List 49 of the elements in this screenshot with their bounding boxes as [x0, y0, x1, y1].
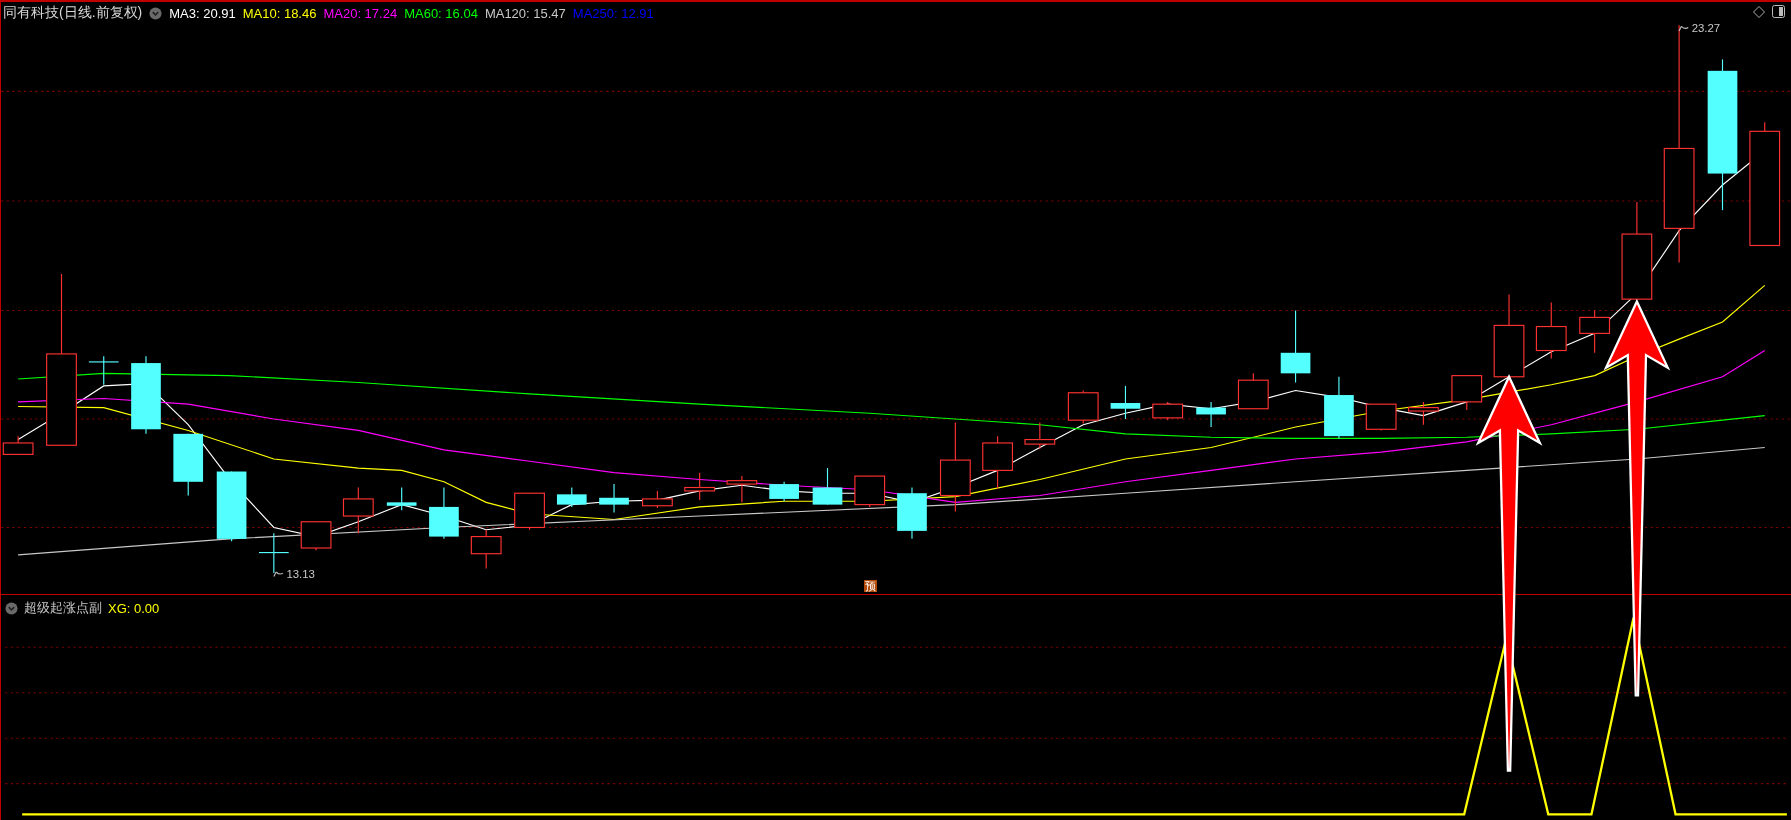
dropdown-icon[interactable] — [5, 601, 18, 615]
candlestick — [854, 475, 886, 508]
candlestick — [1408, 401, 1439, 426]
candlestick — [88, 355, 120, 386]
candlestick — [470, 529, 502, 570]
candlestick — [342, 486, 374, 534]
candlestick — [1237, 372, 1269, 410]
candlestick — [982, 435, 1013, 490]
indicator-title: 超级起涨点副 — [24, 599, 102, 617]
candlestick — [1535, 302, 1567, 360]
candlestick — [1451, 375, 1483, 411]
forecast-badge: 预 — [864, 580, 877, 592]
candlestick — [1067, 389, 1099, 425]
price-label: 13.13 — [286, 567, 315, 580]
dropdown-icon[interactable] — [149, 6, 163, 20]
candlestick — [642, 490, 673, 509]
candlestick — [514, 492, 545, 531]
indicator-value: MA20: 17.24 — [323, 5, 398, 21]
indicator-value: MA3: 20.91 — [169, 5, 236, 21]
candlestick — [726, 475, 758, 503]
candlestick — [1324, 376, 1354, 439]
pointer-icon — [273, 571, 284, 578]
indicator-value: MA10: 18.46 — [242, 5, 317, 21]
candlestick — [812, 467, 843, 506]
candlestick — [599, 483, 629, 514]
candlestick — [429, 486, 459, 540]
candlestick — [1152, 401, 1184, 421]
candlestick — [300, 521, 332, 551]
candlestick — [769, 481, 799, 502]
candlestick — [173, 433, 204, 497]
candlestick — [1365, 403, 1397, 431]
indicator-value: MA60: 16.04 — [404, 5, 478, 21]
panel-icon[interactable] — [1772, 5, 1785, 18]
pointer-icon — [1678, 25, 1689, 32]
candlestick — [684, 472, 716, 501]
candlestick — [556, 486, 587, 508]
candlestick — [216, 470, 247, 542]
indicator-value: MA250: 12.91 — [572, 5, 654, 21]
candlestick — [1110, 385, 1141, 420]
indicator-value: MA120: 15.47 — [484, 5, 566, 21]
candlestick — [1024, 421, 1056, 450]
diamond-icon[interactable] — [1753, 5, 1765, 18]
candlestick — [1196, 401, 1226, 428]
price-label: 23.27 — [1691, 22, 1721, 34]
indicator-value: XG: 0.00 — [108, 600, 160, 616]
candlestick — [1579, 310, 1611, 354]
candlestick — [386, 486, 417, 511]
candlestick — [897, 486, 927, 540]
chart-title: 同有科技(日线.前复权) — [3, 4, 143, 22]
